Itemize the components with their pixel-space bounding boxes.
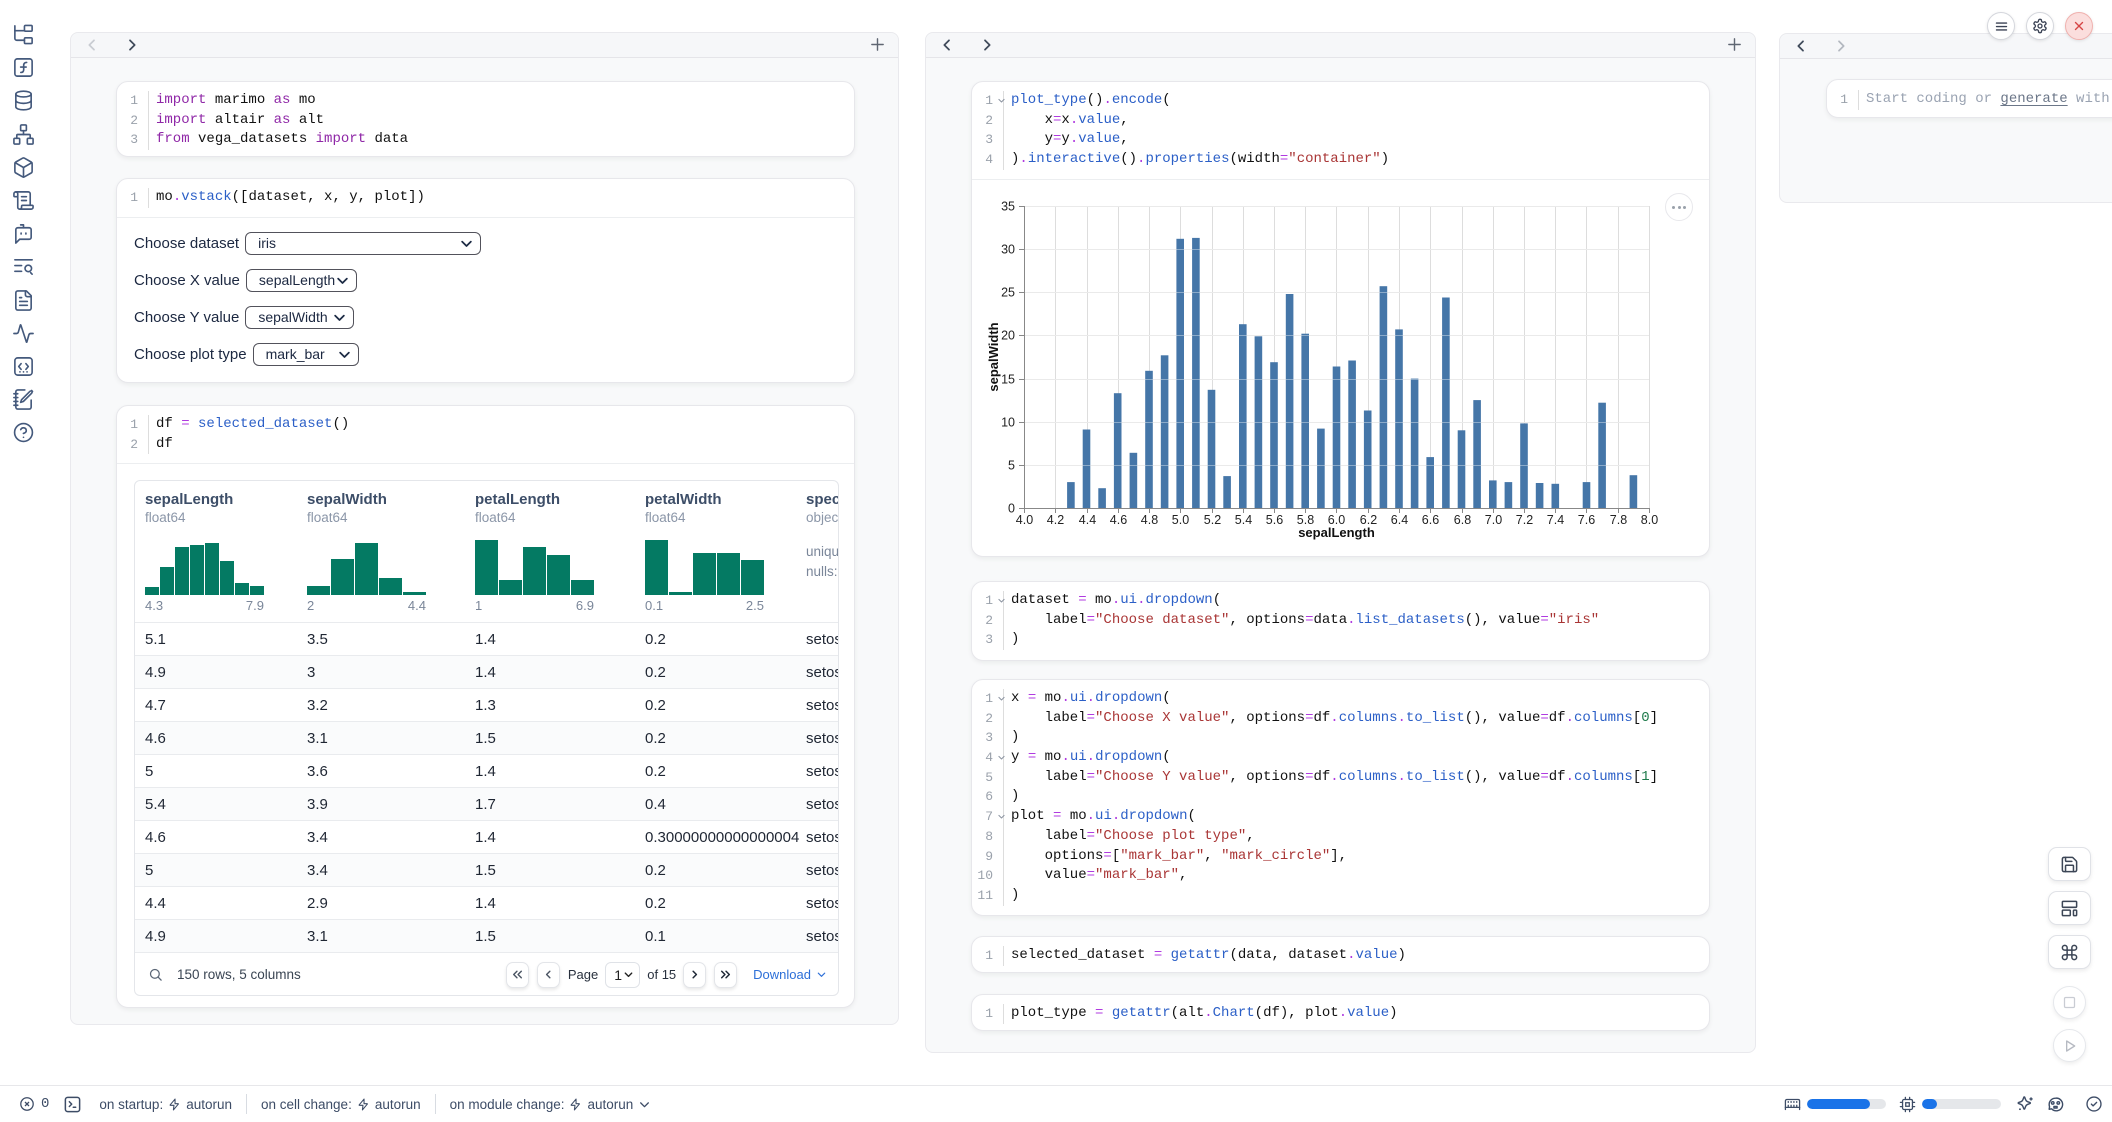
svg-text:6.4: 6.4: [1391, 513, 1408, 527]
svg-text:7.2: 7.2: [1516, 513, 1533, 527]
svg-text:4.4: 4.4: [1079, 513, 1096, 527]
svg-text:6.8: 6.8: [1454, 513, 1471, 527]
svg-text:30: 30: [1001, 242, 1015, 256]
svg-text:6.6: 6.6: [1422, 513, 1439, 527]
svg-text:4.2: 4.2: [1047, 513, 1064, 527]
svg-text:sepalLength: sepalLength: [1298, 525, 1375, 540]
svg-text:5.0: 5.0: [1172, 513, 1189, 527]
svg-text:7.6: 7.6: [1578, 513, 1595, 527]
svg-text:7.0: 7.0: [1485, 513, 1502, 527]
svg-text:7.8: 7.8: [1610, 513, 1627, 527]
svg-text:4.0: 4.0: [1016, 513, 1033, 527]
svg-text:15: 15: [1001, 372, 1015, 386]
svg-text:7.4: 7.4: [1547, 513, 1564, 527]
svg-text:4.8: 4.8: [1141, 513, 1158, 527]
svg-text:10: 10: [1001, 415, 1015, 429]
svg-text:5.6: 5.6: [1266, 513, 1283, 527]
svg-text:25: 25: [1001, 285, 1015, 299]
svg-text:4.6: 4.6: [1110, 513, 1127, 527]
svg-text:8.0: 8.0: [1641, 513, 1658, 527]
svg-text:20: 20: [1001, 328, 1015, 342]
svg-text:sepalWidth: sepalWidth: [986, 322, 1001, 391]
svg-text:5.2: 5.2: [1204, 513, 1221, 527]
svg-text:5: 5: [1008, 458, 1015, 472]
svg-text:0: 0: [1008, 501, 1015, 515]
svg-text:35: 35: [1001, 199, 1015, 213]
svg-text:5.4: 5.4: [1235, 513, 1252, 527]
